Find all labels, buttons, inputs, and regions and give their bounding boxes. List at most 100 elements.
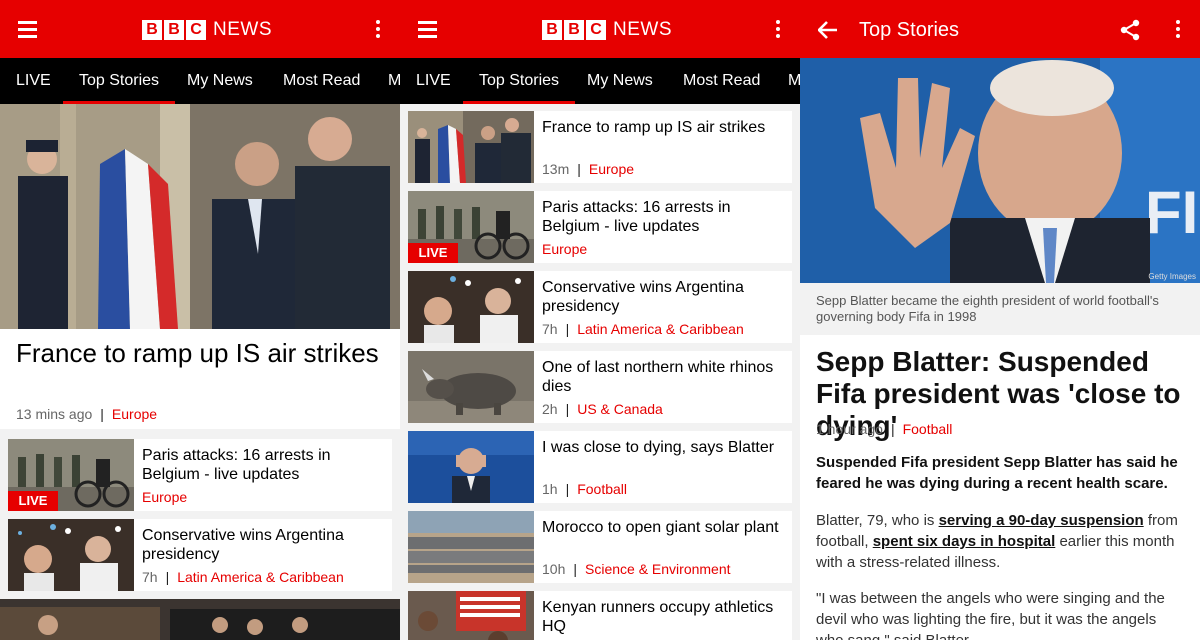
story-thumbnail bbox=[408, 591, 534, 640]
meta-separator: | bbox=[573, 561, 577, 577]
overflow-menu-icon[interactable] bbox=[376, 20, 380, 38]
hero-photo[interactable] bbox=[0, 104, 400, 329]
story-section[interactable]: Europe bbox=[142, 489, 187, 505]
article-screen: Top Stories FI Getty Images Sepp Blatter… bbox=[800, 0, 1200, 640]
app-bar: B B C NEWS bbox=[400, 0, 800, 58]
story-thumbnail: LIVE bbox=[8, 439, 134, 511]
story-thumbnail bbox=[408, 351, 534, 423]
live-badge: LIVE bbox=[408, 243, 458, 263]
story-title: One of last northern white rhinos dies bbox=[542, 359, 774, 395]
article-section[interactable]: Football bbox=[903, 421, 953, 437]
section-tabs: LIVE Top Stories My News Most Read M bbox=[400, 58, 800, 104]
tab-top-stories[interactable]: Top Stories bbox=[62, 58, 176, 104]
story-meta: 13m | Europe bbox=[542, 161, 634, 177]
story-time: 1h bbox=[542, 481, 558, 497]
story-card[interactable]: Morocco to open giant solar plant 10h | Sc… bbox=[408, 511, 792, 583]
home-screen: B B C NEWS LIVE Top Stories My News Most… bbox=[0, 0, 400, 640]
story-section[interactable]: Latin America & Caribbean bbox=[577, 321, 744, 337]
overflow-menu-icon[interactable] bbox=[1176, 20, 1180, 38]
tab-more[interactable]: M bbox=[788, 58, 800, 104]
story-meta: 2h | US & Canada bbox=[542, 401, 663, 417]
suspension-link[interactable]: serving a 90-day suspension bbox=[939, 512, 1144, 529]
story-thumbnail bbox=[8, 519, 134, 591]
story-thumbnail bbox=[408, 271, 534, 343]
story-card[interactable]: One of last northern white rhinos dies 2… bbox=[408, 351, 792, 423]
story-title: Conservative wins Argentina presidency bbox=[542, 279, 744, 315]
story-card[interactable]: LIVE Paris attacks: 16 arrests in Belgiu… bbox=[8, 439, 392, 511]
story-meta: 1h | Football bbox=[542, 481, 627, 497]
menu-icon[interactable] bbox=[18, 21, 37, 38]
meta-separator: | bbox=[890, 421, 895, 437]
story-time: 13m bbox=[542, 161, 570, 177]
story-section[interactable]: Science & Environment bbox=[585, 561, 731, 577]
tab-top-stories[interactable]: Top Stories bbox=[462, 58, 576, 104]
story-title: France to ramp up IS air strikes bbox=[542, 119, 766, 136]
hero-meta: 13 mins ago | Europe bbox=[16, 406, 157, 422]
story-section[interactable]: Europe bbox=[589, 161, 634, 177]
overflow-menu-icon[interactable] bbox=[776, 20, 780, 38]
story-title: Paris attacks: 16 arrests in Belgium - l… bbox=[142, 447, 331, 483]
story-title: Kenyan runners occupy athletics HQ bbox=[542, 599, 774, 635]
meta-separator: | bbox=[565, 321, 570, 337]
meta-separator: | bbox=[100, 406, 104, 422]
tab-live[interactable]: LIVE bbox=[416, 58, 451, 104]
article-meta: 1 hour ago | Football bbox=[816, 421, 952, 437]
svg-text:FI: FI bbox=[1145, 179, 1198, 246]
tab-my-news[interactable]: My News bbox=[187, 58, 253, 104]
hero-story[interactable]: France to ramp up IS air strikes 13 mins… bbox=[0, 329, 400, 429]
story-section[interactable]: Europe bbox=[542, 241, 587, 257]
app-bar: B B C NEWS bbox=[0, 0, 400, 58]
story-title: Morocco to open giant solar plant bbox=[542, 519, 779, 536]
tab-most-read[interactable]: Most Read bbox=[683, 58, 760, 104]
story-meta: Europe bbox=[542, 241, 587, 257]
tab-more[interactable]: M bbox=[388, 58, 400, 104]
story-card[interactable]: Kenyan runners occupy athletics HQ bbox=[408, 591, 792, 640]
story-card[interactable]: Conservative wins Argentina presidency 7… bbox=[408, 271, 792, 343]
article-lead: Suspended Fifa president Sepp Blatter ha… bbox=[816, 454, 1178, 492]
live-badge: LIVE bbox=[8, 491, 58, 511]
story-card[interactable]: I was close to dying, says Blatter 1h | Fo… bbox=[408, 431, 792, 503]
story-meta: 7h | Latin America & Caribbean bbox=[142, 569, 344, 585]
story-thumbnail bbox=[408, 431, 534, 503]
meta-separator: | bbox=[577, 161, 581, 177]
story-section[interactable]: Latin America & Caribbean bbox=[177, 569, 344, 585]
tab-live[interactable]: LIVE bbox=[16, 58, 51, 104]
meta-separator: | bbox=[565, 481, 570, 497]
story-section[interactable]: Europe bbox=[112, 406, 157, 422]
section-tabs: LIVE Top Stories My News Most Read M bbox=[0, 58, 400, 104]
tab-my-news[interactable]: My News bbox=[587, 58, 653, 104]
caption-box: Sepp Blatter became the eighth president… bbox=[800, 283, 1200, 335]
story-section[interactable]: US & Canada bbox=[577, 401, 663, 417]
share-icon[interactable] bbox=[1118, 18, 1142, 42]
story-meta: 7h | Latin America & Caribbean bbox=[542, 321, 744, 337]
story-meta: Europe bbox=[142, 489, 187, 505]
image-caption: Sepp Blatter became the eighth president… bbox=[816, 293, 1159, 324]
story-card[interactable]: LIVE Paris attacks: 16 arrests in Belgiu… bbox=[408, 191, 792, 263]
story-thumbnail bbox=[408, 111, 534, 183]
meta-separator: | bbox=[165, 569, 170, 585]
story-section[interactable]: Football bbox=[577, 481, 627, 497]
story-time: 7h bbox=[542, 321, 558, 337]
page-title: Top Stories bbox=[859, 19, 960, 41]
tab-most-read[interactable]: Most Read bbox=[283, 58, 360, 104]
app-bar: Top Stories bbox=[800, 0, 1200, 58]
story-title: Conservative wins Argentina presidency bbox=[142, 527, 344, 563]
story-thumbnail bbox=[408, 511, 534, 583]
article-paragraph: "I was between the angels who were singi… bbox=[816, 590, 1165, 640]
article-time: 1 hour ago bbox=[816, 421, 883, 437]
story-card[interactable]: France to ramp up IS air strikes 13m | Eur… bbox=[408, 111, 792, 183]
story-meta: 10h | Science & Environment bbox=[542, 561, 731, 577]
story-card[interactable]: Conservative wins Argentina presidency 7… bbox=[8, 519, 392, 591]
story-time: 13 mins ago bbox=[16, 406, 93, 422]
image-credit: Getty Images bbox=[1148, 272, 1196, 281]
meta-separator: | bbox=[565, 401, 570, 417]
bbc-news-logo: B B C NEWS bbox=[542, 19, 672, 41]
article-photo: FI Getty Images bbox=[800, 58, 1200, 283]
story-title: Paris attacks: 16 arrests in Belgium - l… bbox=[542, 199, 731, 235]
story-time: 10h bbox=[542, 561, 566, 577]
menu-icon[interactable] bbox=[418, 21, 437, 38]
story-time: 7h bbox=[142, 569, 158, 585]
back-arrow-icon[interactable] bbox=[818, 21, 838, 39]
hospital-link[interactable]: spent six days in hospital bbox=[873, 533, 1056, 550]
next-story-preview[interactable] bbox=[0, 599, 400, 640]
